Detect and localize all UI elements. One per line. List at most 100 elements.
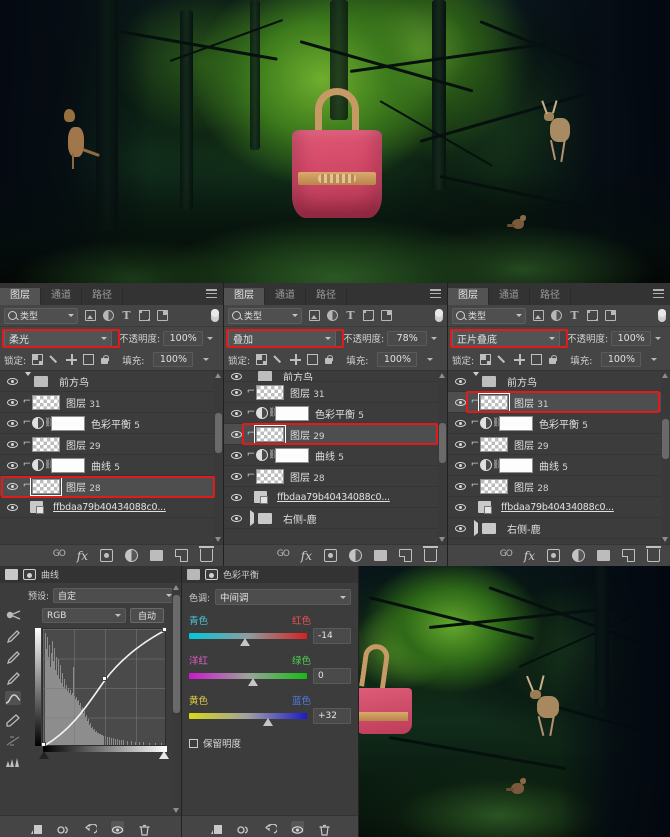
channel-select[interactable]: RGB <box>42 608 126 623</box>
layer-row-curves5-a[interactable]: ⌐ ⛓ 曲线 5 <box>0 455 223 476</box>
magenta-green-value[interactable]: 0 <box>313 668 351 684</box>
link-icon[interactable]: ⛓ <box>492 460 503 470</box>
curve-point-tool-icon[interactable] <box>5 691 21 705</box>
layer-list-scrollbar-c[interactable] <box>661 371 670 544</box>
lock-transparency-icon[interactable] <box>32 354 44 365</box>
layer-row-31-c[interactable]: ⌐ 图层 31 <box>448 392 670 413</box>
tab-layers-a[interactable]: 图层 <box>0 288 41 305</box>
scroll-down-icon[interactable] <box>662 537 668 542</box>
eye-icon[interactable] <box>450 398 470 406</box>
curves-graph[interactable] <box>39 627 169 759</box>
blend-mode-select-a[interactable]: 柔光 <box>4 329 112 347</box>
delete-layer-icon[interactable] <box>646 546 661 562</box>
scroll-up-icon[interactable] <box>662 373 668 378</box>
eye-icon[interactable] <box>2 482 22 490</box>
lock-image-icon[interactable] <box>273 354 284 365</box>
toggle-previous-state-icon[interactable] <box>236 821 250 834</box>
new-adjustment-layer-icon[interactable] <box>125 549 138 562</box>
opacity-chevron-icon-b[interactable] <box>431 336 438 340</box>
link-icon[interactable]: ⛓ <box>44 460 55 470</box>
preset-select[interactable]: 自定 <box>53 588 177 603</box>
tab-paths-b[interactable]: 路径 <box>306 288 347 305</box>
layer-mask-thumbnail[interactable] <box>499 415 533 431</box>
layer-row-group2-c[interactable]: 右侧-鹿 <box>448 518 670 539</box>
toggle-layer-visibility-icon[interactable] <box>290 820 304 834</box>
add-layer-mask-icon[interactable] <box>100 549 113 562</box>
yellow-blue-value[interactable]: +32 <box>313 708 351 724</box>
scrollbar-thumb[interactable] <box>662 419 669 459</box>
filter-adjustment-icon[interactable] <box>327 310 338 321</box>
layer-thumbnail[interactable] <box>256 468 284 484</box>
filter-smart-object-icon[interactable] <box>157 310 168 321</box>
layer-row-group2-b[interactable]: 右侧-鹿 <box>224 508 447 529</box>
gray-point-eyedropper-icon[interactable] <box>5 649 21 665</box>
lock-all-icon[interactable] <box>548 354 557 365</box>
layer-thumbnail[interactable] <box>254 424 286 444</box>
layer-row-smart-a[interactable]: ffbdaa79b40434088c0... <box>0 497 223 518</box>
eye-icon[interactable] <box>226 409 246 417</box>
reset-adjustment-icon[interactable] <box>264 821 278 834</box>
layer-thumbnail[interactable] <box>480 478 508 494</box>
preserve-luminosity-row[interactable]: 保留明度 <box>189 736 351 750</box>
fill-chevron-icon-b[interactable] <box>427 358 434 361</box>
layer-thumbnail[interactable] <box>478 392 510 412</box>
scrollbar-thumb[interactable] <box>439 423 446 463</box>
opacity-value-b[interactable]: 78% <box>387 330 428 346</box>
chevron-right-icon[interactable] <box>474 520 478 536</box>
cyan-red-slider-knob[interactable] <box>239 638 250 646</box>
link-icon[interactable]: ⛓ <box>268 450 279 460</box>
eye-icon[interactable] <box>226 430 246 438</box>
eye-icon[interactable] <box>450 482 470 490</box>
lock-image-icon[interactable] <box>497 354 508 365</box>
lock-artboard-icon[interactable] <box>83 354 95 365</box>
filter-pixel-icon[interactable] <box>309 310 320 321</box>
curve-point-white[interactable] <box>162 627 167 632</box>
layer-thumbnail[interactable] <box>32 394 60 410</box>
filter-enable-toggle-a[interactable] <box>211 309 219 322</box>
filter-type-text-icon[interactable]: T <box>121 310 132 321</box>
filter-type-select-c[interactable]: 类型 <box>452 307 526 324</box>
blend-mode-select-c[interactable]: 正片叠底 <box>452 329 560 347</box>
opacity-chevron-icon-c[interactable] <box>655 336 662 340</box>
link-icon[interactable]: ⛓ <box>44 418 55 428</box>
fill-chevron-icon-a[interactable] <box>203 358 210 361</box>
auto-button[interactable]: 自动 <box>130 608 165 623</box>
chevron-down-icon[interactable] <box>25 372 31 386</box>
lock-image-icon[interactable] <box>49 354 60 365</box>
tab-channels-c[interactable]: 通道 <box>489 288 530 305</box>
yellow-blue-slider-knob[interactable] <box>263 718 274 726</box>
lock-position-icon[interactable] <box>514 354 526 365</box>
adjustment-layer-icon[interactable] <box>480 459 492 471</box>
layer-mask-thumbnail[interactable] <box>51 457 85 473</box>
layer-mask-thumbnail[interactable] <box>499 457 533 473</box>
eye-icon[interactable] <box>450 503 470 511</box>
clip-to-layer-icon[interactable] <box>30 821 43 834</box>
new-adjustment-layer-icon[interactable] <box>349 549 362 562</box>
eye-icon[interactable] <box>226 514 246 522</box>
eye-icon[interactable] <box>226 451 246 459</box>
scroll-down-icon[interactable] <box>173 808 179 813</box>
yellow-blue-slider-track[interactable] <box>189 713 307 726</box>
smooth-curve-icon[interactable] <box>5 733 21 747</box>
layer-row-smart-c[interactable]: ffbdaa79b40434088c0... <box>448 497 670 518</box>
chevron-right-icon[interactable] <box>250 510 254 526</box>
lock-artboard-icon[interactable] <box>531 354 543 365</box>
eye-icon[interactable] <box>2 503 22 511</box>
layer-thumbnail[interactable] <box>480 436 508 452</box>
panel-menu-icon-b[interactable] <box>430 289 441 298</box>
delete-layer-icon[interactable] <box>423 546 438 562</box>
tab-layers-c[interactable]: 图层 <box>448 288 489 305</box>
scroll-down-icon[interactable] <box>439 537 445 542</box>
adjustment-layer-icon[interactable] <box>480 417 492 429</box>
filter-adjustment-icon[interactable] <box>551 310 562 321</box>
layer-list-scrollbar-a[interactable] <box>214 371 223 544</box>
filter-enable-toggle-c[interactable] <box>658 309 666 322</box>
lock-all-icon[interactable] <box>100 354 109 365</box>
pencil-draw-curve-icon[interactable] <box>5 712 21 727</box>
lock-position-icon[interactable] <box>290 354 302 365</box>
tab-channels-b[interactable]: 通道 <box>265 288 306 305</box>
layer-row-29-a[interactable]: ⌐ 图层 29 <box>0 434 223 455</box>
eye-icon[interactable] <box>450 440 470 448</box>
eye-icon[interactable] <box>226 493 246 501</box>
filter-smart-object-icon[interactable] <box>381 310 392 321</box>
